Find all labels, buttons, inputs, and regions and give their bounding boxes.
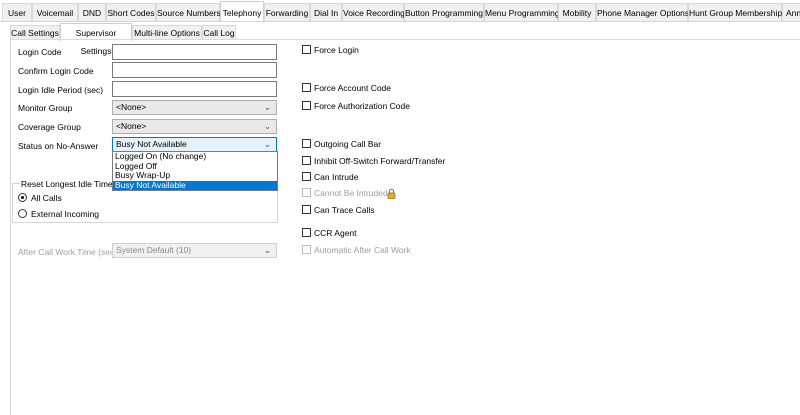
tab-dnd[interactable]: DND (78, 3, 106, 21)
login-idle-period-label: Login Idle Period (sec) (18, 85, 104, 95)
all-calls-label[interactable]: All Calls (31, 192, 62, 204)
status-no-answer-value: Busy Not Available (116, 139, 187, 149)
chevron-down-icon: ⌄ (263, 121, 272, 131)
ccr-agent-checkbox[interactable] (302, 228, 311, 237)
top-tab-bar: User Voicemail DND Short Codes Source Nu… (0, 0, 800, 22)
chevron-down-icon: ⌄ (263, 139, 272, 149)
tab-source-numbers[interactable]: Source Numbers (156, 3, 221, 21)
can-trace-calls-checkbox[interactable] (302, 205, 311, 214)
tab-announcements[interactable]: Ann (782, 3, 800, 21)
after-call-work-select: System Default (10) ⌄ (112, 243, 277, 258)
coverage-group-select[interactable]: <None> ⌄ (112, 119, 277, 134)
force-account-code-checkbox[interactable] (302, 83, 311, 92)
can-trace-calls-label[interactable]: Can Trace Calls (314, 204, 374, 216)
monitor-group-label: Monitor Group (18, 103, 73, 113)
reset-idle-time-group-title: Reset Longest Idle Time (20, 178, 114, 190)
tab-call-settings[interactable]: Call Settings (10, 25, 60, 40)
tab-mobility[interactable]: Mobility (558, 3, 596, 21)
cannot-be-intruded-label: Cannot Be Intruded (314, 188, 388, 198)
outgoing-call-bar-label[interactable]: Outgoing Call Bar (314, 138, 381, 150)
tab-button-programming[interactable]: Button Programming (404, 3, 484, 21)
tab-call-log[interactable]: Call Log (202, 25, 236, 40)
automatic-after-call-work-label: Automatic After Call Work (314, 245, 411, 255)
tab-menu-programming[interactable]: Menu Programming (484, 3, 560, 21)
status-no-answer-label: Status on No-Answer (18, 141, 99, 151)
chevron-down-icon: ⌄ (263, 245, 272, 255)
can-intrude-checkbox[interactable] (302, 172, 311, 181)
automatic-after-call-work-checkbox (302, 245, 311, 254)
tab-phone-manager-options[interactable]: Phone Manager Options (596, 3, 689, 21)
coverage-group-label: Coverage Group (18, 122, 81, 132)
status-no-answer-dropdown: Logged On (No change) Logged Off Busy Wr… (112, 151, 278, 191)
confirm-login-code-input[interactable] (112, 62, 277, 78)
cannot-be-intruded-checkbox (302, 188, 311, 197)
outgoing-call-bar-checkbox[interactable] (302, 139, 311, 148)
chevron-down-icon: ⌄ (263, 102, 272, 112)
confirm-login-code-label: Confirm Login Code (18, 66, 94, 76)
force-login-checkbox[interactable] (302, 45, 311, 54)
lock-icon (387, 188, 396, 199)
external-incoming-radio[interactable] (18, 209, 27, 218)
force-login-label[interactable]: Force Login (314, 44, 359, 56)
tab-dial-in[interactable]: Dial In (310, 3, 342, 21)
monitor-group-select[interactable]: <None> ⌄ (112, 100, 277, 115)
inhibit-off-switch-checkbox[interactable] (302, 156, 311, 165)
sub-tab-bar: Call Settings Supervisor Settings Multi-… (0, 22, 800, 56)
tab-telephony[interactable]: Telephony (220, 1, 264, 21)
status-no-answer-select[interactable]: Busy Not Available ⌄ (112, 137, 277, 152)
external-incoming-label[interactable]: External Incoming (31, 208, 99, 220)
tab-short-codes[interactable]: Short Codes (106, 3, 156, 21)
coverage-group-value: <None> (116, 121, 147, 131)
after-call-work-value: System Default (10) (116, 245, 192, 255)
all-calls-radio[interactable] (18, 193, 27, 202)
inhibit-off-switch-label[interactable]: Inhibit Off-Switch Forward/Transfer (314, 155, 445, 167)
login-code-label: Login Code (18, 47, 62, 57)
login-idle-period-input[interactable] (112, 81, 277, 97)
tab-forwarding[interactable]: Forwarding (264, 3, 310, 21)
force-account-code-label[interactable]: Force Account Code (314, 82, 391, 94)
tab-hunt-group-membership[interactable]: Hunt Group Membership (688, 3, 782, 21)
after-call-work-label: After Call Work Time (sec) (18, 247, 118, 257)
ccr-agent-label[interactable]: CCR Agent (314, 227, 357, 239)
monitor-group-value: <None> (116, 102, 147, 112)
force-authorization-code-label[interactable]: Force Authorization Code (314, 100, 410, 112)
tab-voice-recording[interactable]: Voice Recording (342, 3, 405, 21)
login-code-input[interactable] (112, 44, 277, 60)
tab-user[interactable]: User (2, 3, 32, 21)
tab-multi-line-options[interactable]: Multi-line Options (132, 25, 202, 40)
dropdown-option-selected[interactable]: Busy Not Available (113, 180, 277, 190)
can-intrude-label[interactable]: Can Intrude (314, 171, 358, 183)
tab-voicemail[interactable]: Voicemail (32, 3, 78, 21)
force-authorization-code-checkbox[interactable] (302, 101, 311, 110)
